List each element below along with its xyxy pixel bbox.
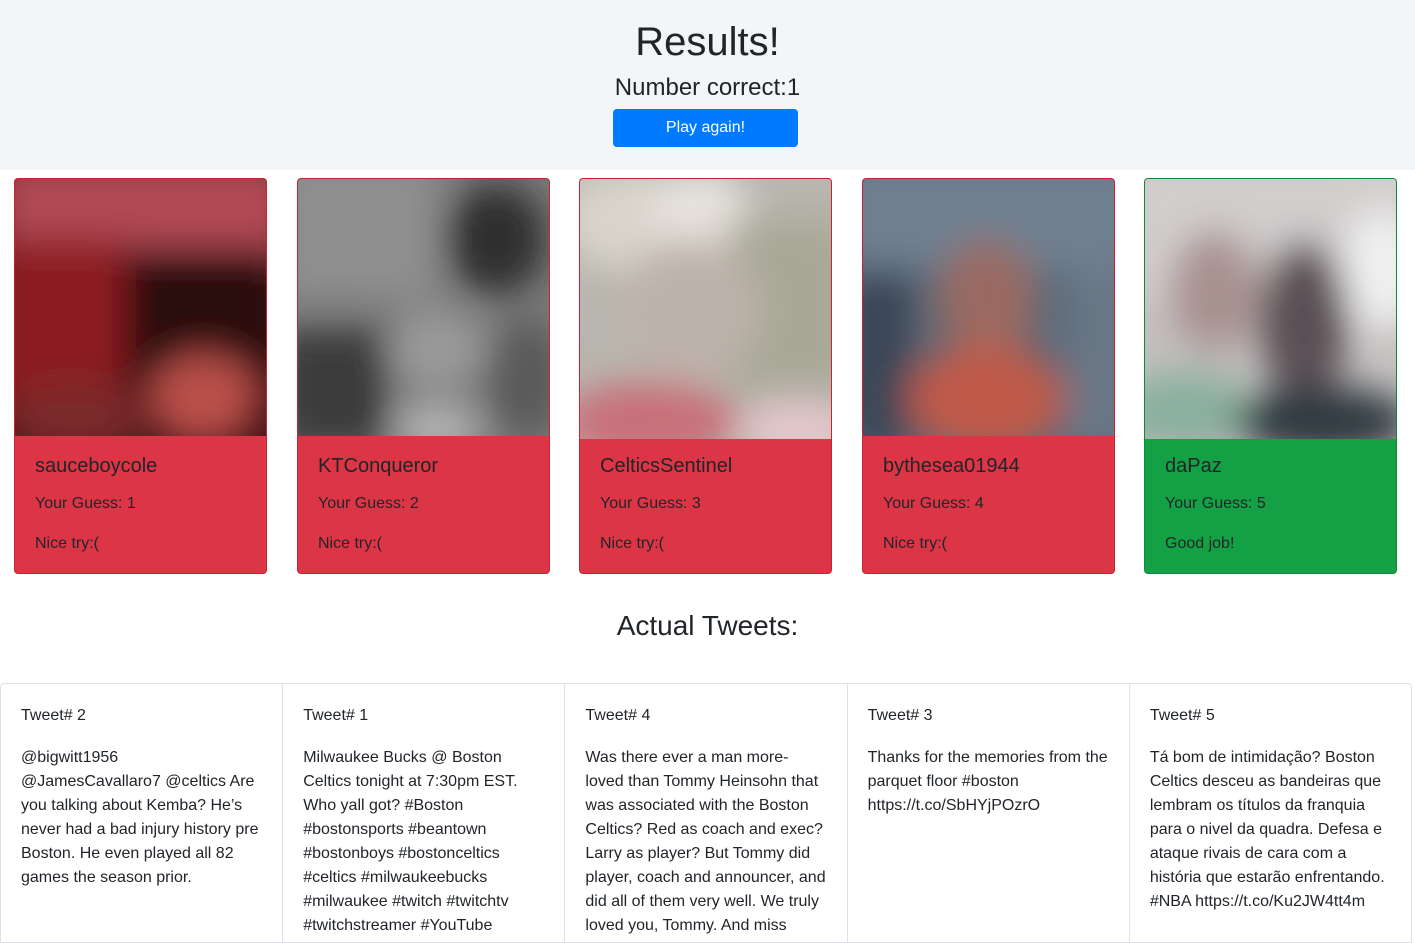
page-title: Results! xyxy=(635,20,780,64)
tweet-number: Tweet# 4 xyxy=(585,707,651,724)
tweet-card: Tweet# 1 Milwaukee Bucks @ Boston Celtic… xyxy=(283,684,566,942)
card-username: sauceboycole xyxy=(35,455,158,477)
result-card: sauceboycole Your Guess: 1 Nice try:( xyxy=(14,178,267,574)
result-card: daPaz Your Guess: 5 Good job! xyxy=(1144,178,1397,574)
tweet-number: Tweet# 5 xyxy=(1149,707,1215,724)
profile-photo xyxy=(863,179,1114,436)
card-guess: Your Guess: 3 xyxy=(600,495,701,512)
result-card: KTConqueror Your Guess: 2 Nice try:( xyxy=(297,178,550,574)
play-again-button[interactable]: Play again! xyxy=(613,109,798,147)
card-verdict: Good job! xyxy=(1165,535,1235,552)
card-verdict: Nice try:( xyxy=(600,535,664,552)
profile-photo xyxy=(298,179,549,436)
card-username: bythesea01944 xyxy=(883,455,1020,477)
tweet-card: Tweet# 3 Thanks for the memories from th… xyxy=(848,684,1130,942)
tweet-number: Tweet# 1 xyxy=(303,707,369,724)
card-username: CelticsSentinel xyxy=(600,455,733,477)
card-verdict: Nice try:( xyxy=(318,535,382,552)
tweet-text: Milwaukee Bucks @ Boston Celtics tonight… xyxy=(303,749,518,934)
tweet-card: Tweet# 5 Tá bom de intimidação? Boston C… xyxy=(1130,684,1411,942)
card-guess: Your Guess: 1 xyxy=(35,495,136,512)
card-guess: Your Guess: 2 xyxy=(318,495,419,512)
profile-photo xyxy=(1145,179,1396,439)
card-verdict: Nice try:( xyxy=(35,535,99,552)
score-text: Number correct:1 xyxy=(614,74,801,101)
tweet-text: @bigwitt1956 @JamesCavallaro7 @celtics A… xyxy=(21,749,259,886)
tweet-number: Tweet# 3 xyxy=(867,707,933,724)
tweet-number: Tweet# 2 xyxy=(21,707,86,724)
tweet-text: Thanks for the memories from the parquet… xyxy=(867,749,1108,814)
results-header: Results! Number correct:1 Play again! xyxy=(0,0,1415,170)
result-card: bythesea01944 Your Guess: 4 Nice try:( xyxy=(862,178,1115,574)
tweets-row: Tweet# 2 @bigwitt1956 @JamesCavallaro7 @… xyxy=(0,683,1412,943)
card-guess: Your Guess: 5 xyxy=(1165,495,1266,512)
tweet-text: Tá bom de intimidação? Boston Celtics de… xyxy=(1149,749,1385,910)
card-guess: Your Guess: 4 xyxy=(883,495,984,512)
tweet-card: Tweet# 4 Was there ever a man more-loved… xyxy=(565,684,848,942)
card-verdict: Nice try:( xyxy=(883,535,947,552)
tweet-text: Was there ever a man more-loved than Tom… xyxy=(585,749,826,934)
result-card: CelticsSentinel Your Guess: 3 Nice try:( xyxy=(579,178,832,574)
tweet-card: Tweet# 2 @bigwitt1956 @JamesCavallaro7 @… xyxy=(1,684,284,942)
profile-photo xyxy=(580,179,831,439)
tweets-section-title: Actual Tweets: xyxy=(616,610,799,641)
card-username: daPaz xyxy=(1165,455,1222,477)
card-username: KTConqueror xyxy=(318,455,439,477)
profile-photo xyxy=(15,179,266,436)
